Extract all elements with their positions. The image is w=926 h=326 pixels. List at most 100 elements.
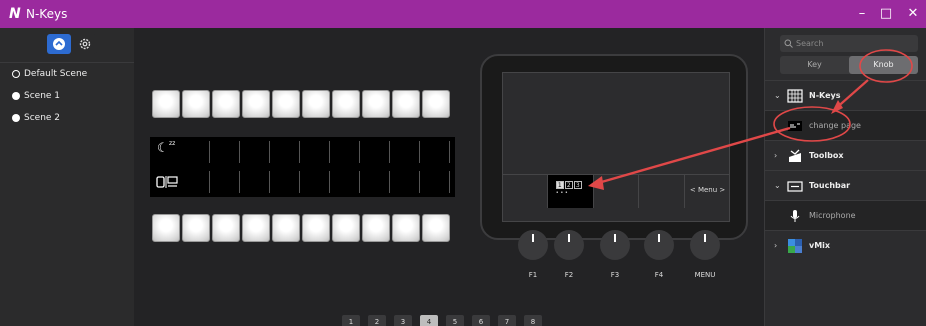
scene-item-1[interactable]: Scene 1 — [0, 85, 134, 107]
page-num: 3 — [573, 181, 582, 189]
group-label: Toolbox — [809, 151, 844, 160]
action-microphone[interactable]: Microphone — [765, 200, 926, 230]
touchbar-cell[interactable] — [639, 175, 686, 208]
screen-switch-icon[interactable] — [156, 175, 178, 189]
lcd-cell[interactable] — [360, 171, 390, 193]
lcd-cell[interactable] — [240, 171, 270, 193]
lcd-cell[interactable] — [270, 171, 300, 193]
key-button[interactable] — [212, 90, 240, 118]
moon-sleep-icon[interactable]: ☾ — [157, 141, 169, 156]
lcd-cell[interactable] — [180, 141, 210, 163]
lcd-cell[interactable] — [420, 141, 450, 163]
touchbar-cell-selected[interactable]: 123 • • • — [547, 175, 594, 208]
group-label: N-Keys — [809, 91, 841, 100]
key-button[interactable] — [362, 90, 390, 118]
radio-selected-icon — [12, 70, 20, 78]
lcd-cell[interactable] — [300, 171, 330, 193]
page-num: 2 — [564, 181, 573, 189]
lcd-cell[interactable] — [240, 141, 270, 163]
knob-label: F1 — [528, 271, 538, 279]
lcd-cell[interactable] — [180, 171, 210, 193]
knob-f2[interactable] — [554, 230, 584, 260]
device-canvas: ☾ zz 1 2 3 • • • < Menu > F1 F2 F3 F4 ME… — [134, 28, 764, 326]
lcd-cell[interactable] — [300, 141, 330, 163]
key-button[interactable] — [242, 214, 270, 242]
key-button[interactable] — [422, 214, 450, 242]
knob-f1[interactable] — [518, 230, 548, 260]
page-num: 1 — [555, 181, 564, 189]
scenes-icon — [53, 38, 65, 50]
knob-menu[interactable] — [690, 230, 720, 260]
knob-f4[interactable] — [644, 230, 674, 260]
page-button[interactable]: 5 — [446, 315, 464, 326]
scene-panel: Default Scene Scene 1 Scene 2 — [0, 28, 134, 326]
radio-icon — [12, 92, 20, 100]
key-button[interactable] — [152, 90, 180, 118]
page-button[interactable]: 7 — [498, 315, 516, 326]
key-button[interactable] — [182, 214, 210, 242]
app-logo: N — [9, 6, 21, 22]
key-button[interactable] — [392, 214, 420, 242]
key-button[interactable] — [422, 90, 450, 118]
lcd-cell[interactable] — [420, 171, 450, 193]
key-button[interactable] — [392, 90, 420, 118]
lcd-cell[interactable] — [390, 141, 420, 163]
scene-item-default[interactable]: Default Scene — [0, 63, 134, 85]
key-button[interactable] — [242, 90, 270, 118]
key-button[interactable] — [362, 214, 390, 242]
lcd-cell[interactable] — [330, 141, 360, 163]
key-button[interactable] — [302, 214, 330, 242]
action-label: change page — [809, 121, 861, 130]
page-switch-icon: 123 • • • — [555, 181, 583, 196]
page-button[interactable]: 1 — [342, 315, 360, 326]
key-button[interactable] — [332, 214, 360, 242]
group-nkeys[interactable]: ⌄ N-Keys — [765, 80, 926, 110]
key-button[interactable] — [182, 90, 210, 118]
tab-knob[interactable]: Knob — [849, 56, 918, 74]
page-button[interactable]: 2 — [368, 315, 386, 326]
scene-label: Scene 2 — [24, 113, 61, 123]
scene-label: Default Scene — [24, 69, 88, 79]
scenes-tab[interactable] — [47, 34, 71, 54]
settings-tab[interactable] — [73, 34, 97, 54]
key-button[interactable] — [152, 214, 180, 242]
chevron-right-icon: › — [774, 151, 778, 160]
group-touchbar[interactable]: ⌄ Touchbar — [765, 170, 926, 200]
key-button[interactable] — [272, 90, 300, 118]
title-bar: N N-Keys – □ ✕ — [0, 0, 926, 28]
touchbar-cell[interactable] — [502, 175, 548, 208]
lcd-cell[interactable] — [330, 171, 360, 193]
key-button[interactable] — [302, 90, 330, 118]
search-input[interactable]: Search — [780, 35, 918, 52]
page-button-active[interactable]: 4 — [420, 315, 438, 326]
key-button[interactable] — [272, 214, 300, 242]
library-tabs: Key Knob — [780, 56, 918, 74]
page-button[interactable]: 3 — [394, 315, 412, 326]
radio-icon — [12, 114, 20, 122]
scene-item-2[interactable]: Scene 2 — [0, 107, 134, 129]
knob-f3[interactable] — [600, 230, 630, 260]
touchbar-menu-cell[interactable]: < Menu > — [685, 175, 730, 208]
action-change-page[interactable]: change page — [765, 110, 926, 140]
group-vmix[interactable]: › vMix — [765, 230, 926, 260]
search-icon — [784, 39, 793, 48]
settings-icon — [79, 38, 91, 50]
lcd-cell[interactable] — [210, 171, 240, 193]
lcd-cell[interactable] — [390, 171, 420, 193]
lcd-strip: ☾ zz — [150, 137, 455, 197]
key-button[interactable] — [332, 90, 360, 118]
tab-key[interactable]: Key — [780, 56, 849, 74]
key-button[interactable] — [212, 214, 240, 242]
page-button[interactable]: 6 — [472, 315, 490, 326]
page-dots: • • • — [555, 190, 568, 196]
lcd-cell[interactable] — [210, 141, 240, 163]
close-button[interactable]: ✕ — [903, 4, 923, 24]
group-toolbox[interactable]: › Toolbox — [765, 140, 926, 170]
minimize-button[interactable]: – — [852, 4, 872, 24]
group-label: Touchbar — [809, 181, 851, 190]
lcd-cell[interactable] — [360, 141, 390, 163]
maximize-button[interactable]: □ — [876, 4, 896, 24]
page-button[interactable]: 8 — [524, 315, 542, 326]
touchbar-cell[interactable] — [594, 175, 640, 208]
lcd-cell[interactable] — [270, 141, 300, 163]
